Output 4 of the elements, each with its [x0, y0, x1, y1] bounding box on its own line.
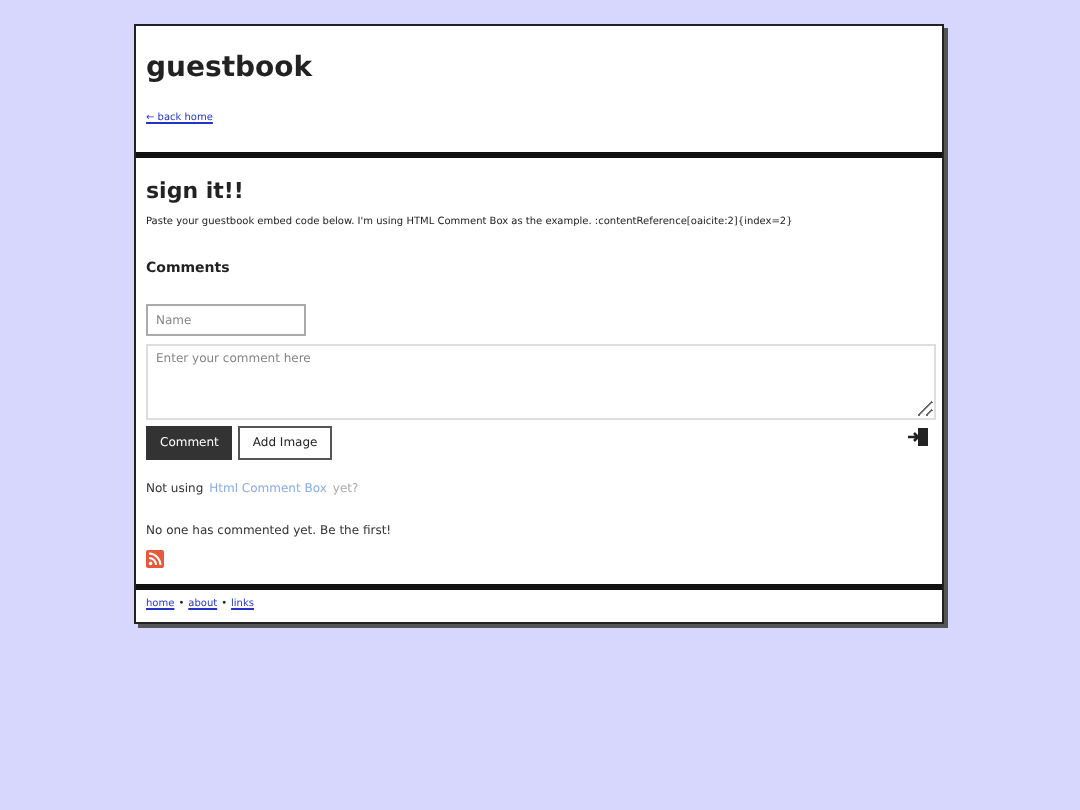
login-icon[interactable] — [908, 426, 930, 448]
rss-icon[interactable] — [146, 550, 164, 568]
section-title: sign it!! — [146, 178, 246, 206]
page-title: guestbook — [146, 50, 315, 86]
